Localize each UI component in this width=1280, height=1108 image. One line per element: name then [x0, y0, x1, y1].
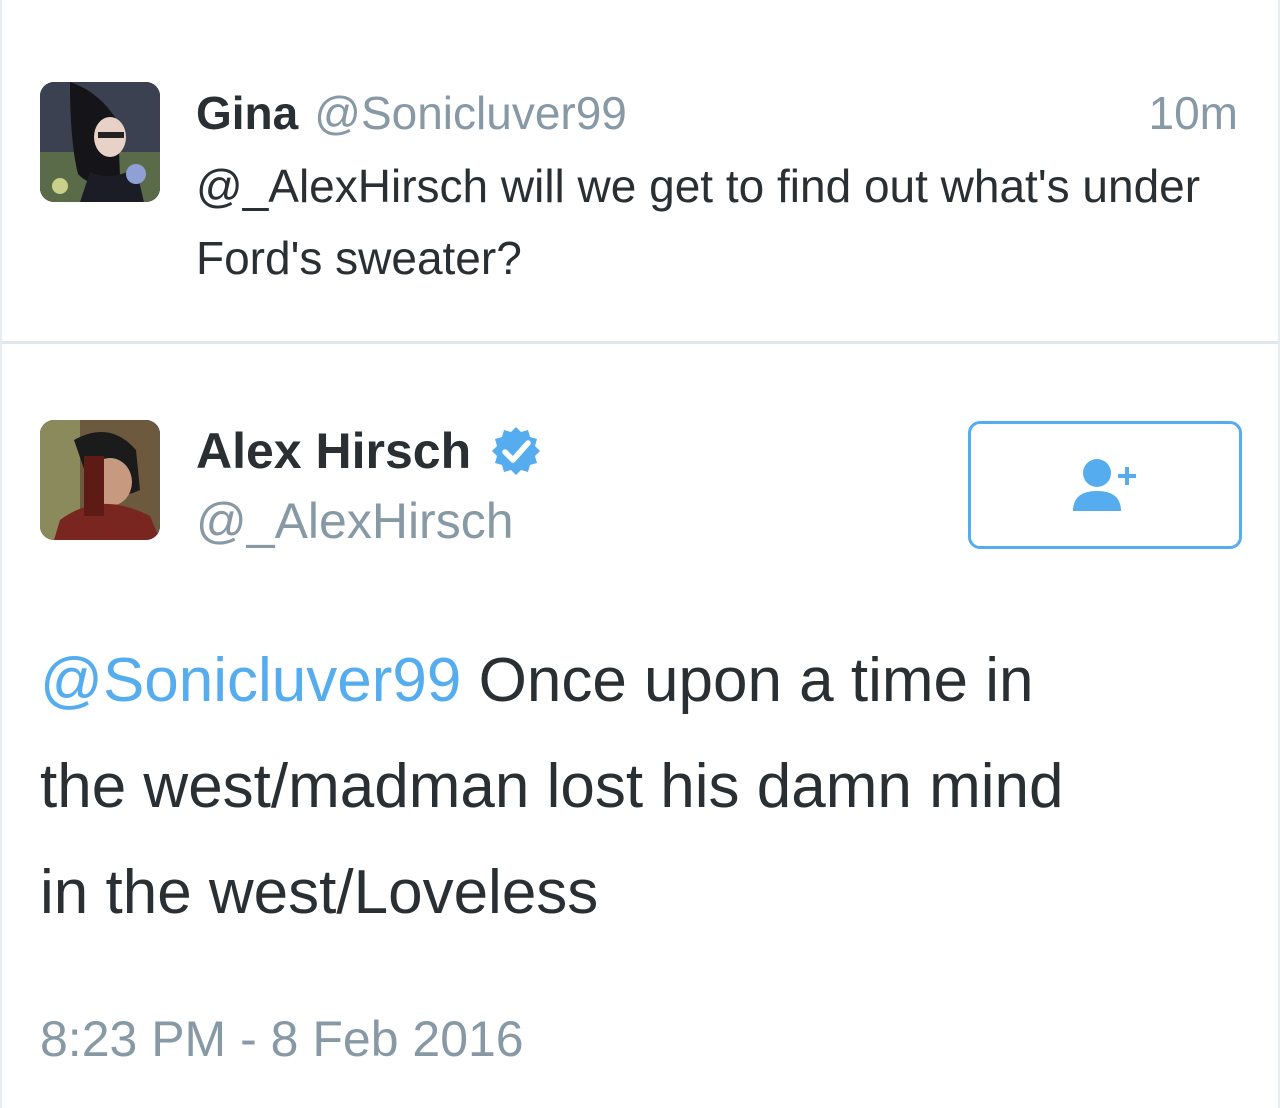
tweet-text-line-1: Once upon a time in	[461, 646, 1034, 715]
author-name[interactable]: Gina	[196, 86, 298, 140]
relative-time: 10m	[1148, 87, 1238, 139]
author-handle[interactable]: @Sonicluver99	[314, 86, 627, 140]
follow-user-plus-icon	[1073, 459, 1136, 511]
author-name-row: Alex Hirsch	[196, 420, 543, 482]
follow-button[interactable]	[968, 421, 1242, 549]
tweet-text: @Sonicluver99 Once upon a time in the we…	[40, 628, 1240, 946]
verified-badge-icon	[492, 427, 541, 475]
author-name[interactable]: Alex Hirsch	[196, 422, 471, 480]
reply-context-header: Gina @Sonicluver99	[196, 86, 627, 142]
tweet-timestamp[interactable]: 8:23 PM - 8 Feb 2016	[40, 1010, 524, 1068]
reply-context-text: @_AlexHirsch will we get to find out wha…	[196, 160, 1201, 284]
tweet-detail-page: Gina @Sonicluver99 10m @_AlexHirsch will…	[0, 0, 1280, 1108]
mention-link[interactable]: @Sonicluver99	[40, 646, 461, 715]
author-handle[interactable]: @_AlexHirsch	[196, 492, 514, 550]
tweet-text-line-2: the west/madman lost his damn mind	[40, 752, 1064, 821]
avatar-photo-icon	[40, 420, 160, 540]
gina-avatar[interactable]	[40, 82, 160, 202]
alex-hirsch-avatar[interactable]	[40, 420, 160, 540]
reply-context-tweet[interactable]: Gina @Sonicluver99 10m @_AlexHirsch will…	[2, 0, 1278, 344]
avatar-image-icon	[40, 82, 160, 202]
tweet-text-line-3: in the west/Loveless	[40, 858, 599, 927]
